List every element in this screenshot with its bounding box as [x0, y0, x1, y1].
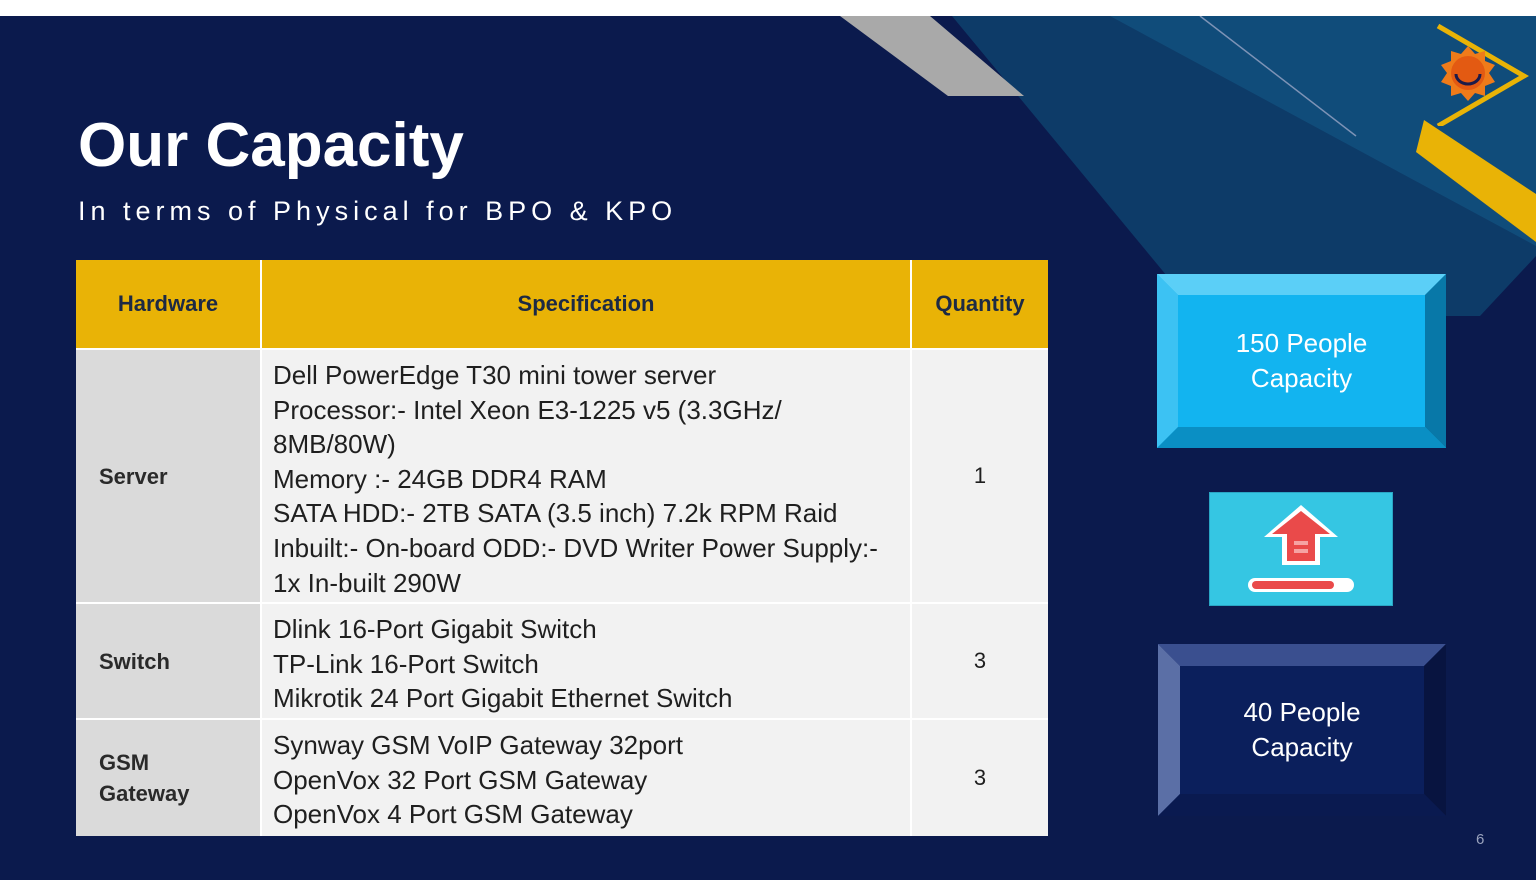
hardware-table: Hardware Specification Quantity Server D…: [76, 260, 1048, 836]
capacity-line: Capacity: [1251, 732, 1353, 762]
spec-line: 1x In-built 290W: [273, 567, 461, 598]
upload-arrow-icon: [1248, 505, 1354, 592]
spec-line: OpenVox 4 Port GSM Gateway: [273, 799, 633, 830]
capacity-line: 40 People: [1243, 697, 1361, 727]
specification-cell: Dlink 16-Port Gigabit Switch TP-Link 16-…: [262, 604, 910, 718]
hardware-cell: Server: [76, 350, 260, 602]
capacity-box-150: 150 People Capacity: [1157, 274, 1446, 448]
upload-card: [1209, 492, 1393, 606]
capacity-line: Capacity: [1250, 363, 1353, 393]
header-quantity: Quantity: [935, 291, 1025, 316]
hardware-line: Gateway: [99, 781, 190, 806]
specification-cell: Synway GSM VoIP Gateway 32port OpenVox 3…: [262, 720, 910, 836]
hardware-line: GSM: [99, 750, 150, 775]
capacity-line: 150 People: [1235, 328, 1368, 358]
spec-line: TP-Link 16-Port Switch: [273, 648, 539, 679]
capacity-text: 40 People Capacity: [1158, 644, 1446, 816]
slide: Our Capacity In terms of Physical for BP…: [0, 16, 1536, 880]
slide-title: Our Capacity: [78, 111, 464, 180]
quantity-cell: 1: [912, 350, 1048, 602]
table-header-row: Hardware Specification Quantity: [76, 260, 1048, 348]
header-hardware: Hardware: [117, 291, 219, 316]
table-row: GSM Gateway Synway GSM VoIP Gateway 32po…: [76, 720, 1048, 836]
spec-line: SATA HDD:- 2TB SATA (3.5 inch) 7.2k RPM …: [273, 498, 838, 529]
header-specification: Specification: [517, 291, 655, 316]
sun-triangle-logo-icon: [1436, 23, 1529, 126]
spec-line: 8MB/80W): [273, 429, 396, 460]
table-row: Switch Dlink 16-Port Gigabit Switch TP-L…: [76, 604, 1048, 718]
quantity-cell: 3: [912, 720, 1048, 836]
capacity-box-40: 40 People Capacity: [1158, 644, 1446, 816]
hardware-cell: Switch: [76, 604, 260, 718]
capacity-text: 150 People Capacity: [1157, 274, 1446, 448]
spec-line: Dlink 16-Port Gigabit Switch: [273, 614, 597, 644]
spec-line: OpenVox 32 Port GSM Gateway: [273, 764, 648, 795]
spec-line: Mikrotik 24 Port Gigabit Ethernet Switch: [273, 683, 733, 714]
page-number: 6: [1476, 831, 1485, 848]
spec-line: Inbuilt:- On-board ODD:- DVD Writer Powe…: [273, 532, 878, 563]
table-row: Server Dell PowerEdge T30 mini tower ser…: [76, 350, 1048, 602]
slide-subtitle: In terms of Physical for BPO & KPO: [78, 196, 678, 226]
spec-line: Processor:- Intel Xeon E3-1225 v5 (3.3GH…: [273, 394, 782, 425]
specification-cell: Dell PowerEdge T30 mini tower server Pro…: [262, 350, 910, 602]
spec-line: Synway GSM VoIP Gateway 32port: [273, 730, 683, 760]
spec-line: Memory :- 24GB DDR4 RAM: [273, 463, 607, 494]
hardware-cell: GSM Gateway: [76, 720, 260, 836]
spec-line: Dell PowerEdge T30 mini tower server: [273, 360, 717, 390]
quantity-cell: 3: [912, 604, 1048, 718]
